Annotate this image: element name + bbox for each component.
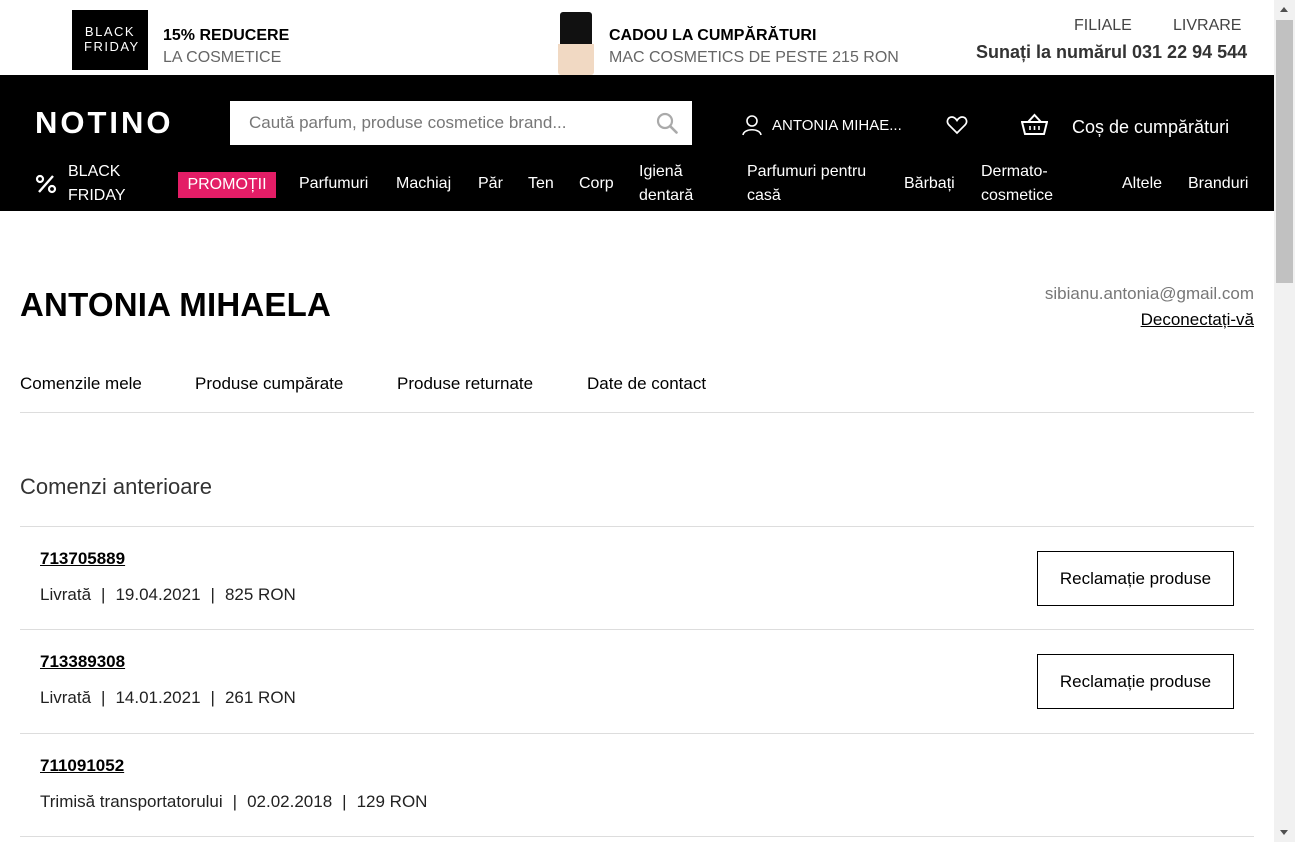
nav-dermato-line2: cosmetice — [981, 187, 1054, 204]
cart-link[interactable]: Coș de cumpărături — [1072, 117, 1229, 138]
claim-products-button[interactable]: Reclamație produse — [1037, 551, 1234, 606]
order-meta: Livrată | 14.01.2021 | 261 RON — [40, 688, 296, 708]
order-status: Trimisă transportatorului — [40, 792, 223, 811]
order-separator: | — [101, 585, 106, 604]
search-icon[interactable] — [656, 112, 678, 134]
section-title-comenzi: Comenzi anterioare — [20, 474, 212, 499]
nav-igiena-dentara[interactable]: Igienă dentară — [639, 160, 693, 208]
nav-corp[interactable]: Corp — [579, 172, 614, 196]
nav-parfumuri[interactable]: Parfumuri — [299, 172, 368, 196]
nav-altele[interactable]: Altele — [1122, 172, 1162, 196]
heart-icon[interactable] — [946, 115, 968, 135]
user-icon — [742, 115, 762, 136]
order-number-link[interactable]: 711091052 — [40, 756, 124, 776]
nav-black-friday[interactable]: BLACK FRIDAY — [68, 160, 125, 208]
nav-barbati[interactable]: Bărbați — [904, 172, 955, 196]
order-separator: | — [232, 792, 238, 811]
search-input[interactable] — [230, 101, 650, 145]
order-status: Livrată — [40, 688, 92, 707]
offer2-title[interactable]: CADOU LA CUMPĂRĂTURI — [609, 27, 816, 45]
scroll-down-arrow-icon[interactable] — [1280, 830, 1288, 835]
order-amount: 261 RON — [224, 688, 296, 707]
phone-number: Sunați la numărul 031 22 94 544 — [976, 42, 1248, 62]
logout-link[interactable]: Deconectați-vă — [1141, 310, 1254, 330]
notino-logo[interactable]: NOTINO — [35, 105, 174, 141]
order-row: 713389308 Livrată | 14.01.2021 | 261 RON Rec… — [20, 629, 1254, 733]
scroll-up-arrow-icon[interactable] — [1280, 7, 1288, 12]
filiale-link[interactable]: FILIALE — [1074, 17, 1132, 35]
order-number-link[interactable]: 713389308 — [40, 652, 125, 672]
offer1-subtitle[interactable]: LA COSMETICE — [163, 49, 281, 67]
nav-dermato-line1: Dermato- — [981, 163, 1048, 180]
nav-igiena-line1: Igienă — [639, 163, 683, 180]
search-box — [230, 101, 692, 145]
tab-produse-cumparate[interactable]: Produse cumpărate — [195, 374, 343, 394]
order-status: Livrată — [40, 585, 92, 604]
order-date: 19.04.2021 — [115, 585, 201, 604]
claim-products-button[interactable]: Reclamație produse — [1037, 654, 1234, 709]
promo-bar: BLACK FRIDAY 15% REDUCERE LA COSMETICE C… — [0, 0, 1274, 75]
order-amount: 825 RON — [224, 585, 296, 604]
offer2-subtitle[interactable]: MAC COSMETICS DE PESTE 215 RON — [609, 49, 899, 67]
order-meta: Livrată | 19.04.2021 | 825 RON — [40, 585, 296, 605]
nav-par[interactable]: Păr — [478, 172, 503, 196]
basket-icon[interactable] — [1021, 113, 1048, 135]
account-tabs: Comenzile mele Produse cumpărate Produse… — [20, 374, 1254, 413]
order-separator: | — [210, 688, 215, 707]
nav-casa-line1: Parfumuri pentru — [747, 163, 867, 180]
black-friday-badge-text: BLACK FRIDAY — [84, 24, 140, 54]
user-name: ANTONIA MIHAE... — [772, 116, 902, 134]
tab-produse-returnate[interactable]: Produse returnate — [397, 374, 533, 394]
order-row: 713705889 Livrată | 19.04.2021 | 825 RON Rec… — [20, 526, 1254, 630]
nav-machiaj[interactable]: Machiaj — [396, 172, 451, 196]
mac-product-image[interactable] — [558, 12, 594, 75]
nav-ten[interactable]: Ten — [528, 172, 554, 196]
account-email: sibianu.antonia@gmail.com — [1044, 284, 1254, 303]
order-amount: 129 RON — [356, 792, 428, 811]
black-friday-badge[interactable]: BLACK FRIDAY — [72, 10, 148, 70]
account-name-title: ANTONIA MIHAELA — [20, 286, 331, 323]
order-number-link[interactable]: 713705889 — [40, 549, 125, 569]
order-meta: Trimisă transportatorului | 02.02.2018 | 129… — [40, 792, 427, 812]
order-separator: | — [342, 792, 347, 811]
nav-casa-line2: casă — [747, 187, 781, 204]
scroll-thumb[interactable] — [1276, 20, 1293, 283]
order-date: 14.01.2021 — [115, 688, 201, 707]
nav-promotii[interactable]: PROMOȚII — [178, 172, 276, 198]
user-account-link[interactable]: ANTONIA MIHAE... — [741, 113, 902, 137]
order-separator: | — [210, 585, 215, 604]
nav-branduri[interactable]: Branduri — [1188, 172, 1248, 196]
nav-black-friday-line2: FRIDAY — [68, 187, 126, 204]
nav-black-friday-line1: BLACK — [68, 163, 121, 180]
vertical-scrollbar[interactable] — [1274, 0, 1295, 842]
order-row: 711091052 Trimisă transportatorului | 02.0… — [20, 733, 1254, 837]
livrare-link[interactable]: LIVRARE — [1173, 17, 1241, 35]
nav-igiena-line2: dentară — [639, 187, 694, 204]
tab-comenzile-mele[interactable]: Comenzile mele — [20, 374, 142, 394]
tab-date-de-contact[interactable]: Date de contact — [587, 374, 706, 394]
order-date: 02.02.2018 — [247, 792, 333, 811]
nav-dermato-cosmetice[interactable]: Dermato- cosmetice — [981, 160, 1053, 208]
percent-icon — [35, 174, 57, 194]
nav-parfumuri-casa[interactable]: Parfumuri pentru casă — [747, 160, 866, 208]
main-header: NOTINO ANTONIA MIHAE... Coș de cumpărătu… — [0, 75, 1274, 211]
order-separator: | — [101, 688, 106, 707]
offer1-title[interactable]: 15% REDUCERE — [163, 27, 289, 45]
